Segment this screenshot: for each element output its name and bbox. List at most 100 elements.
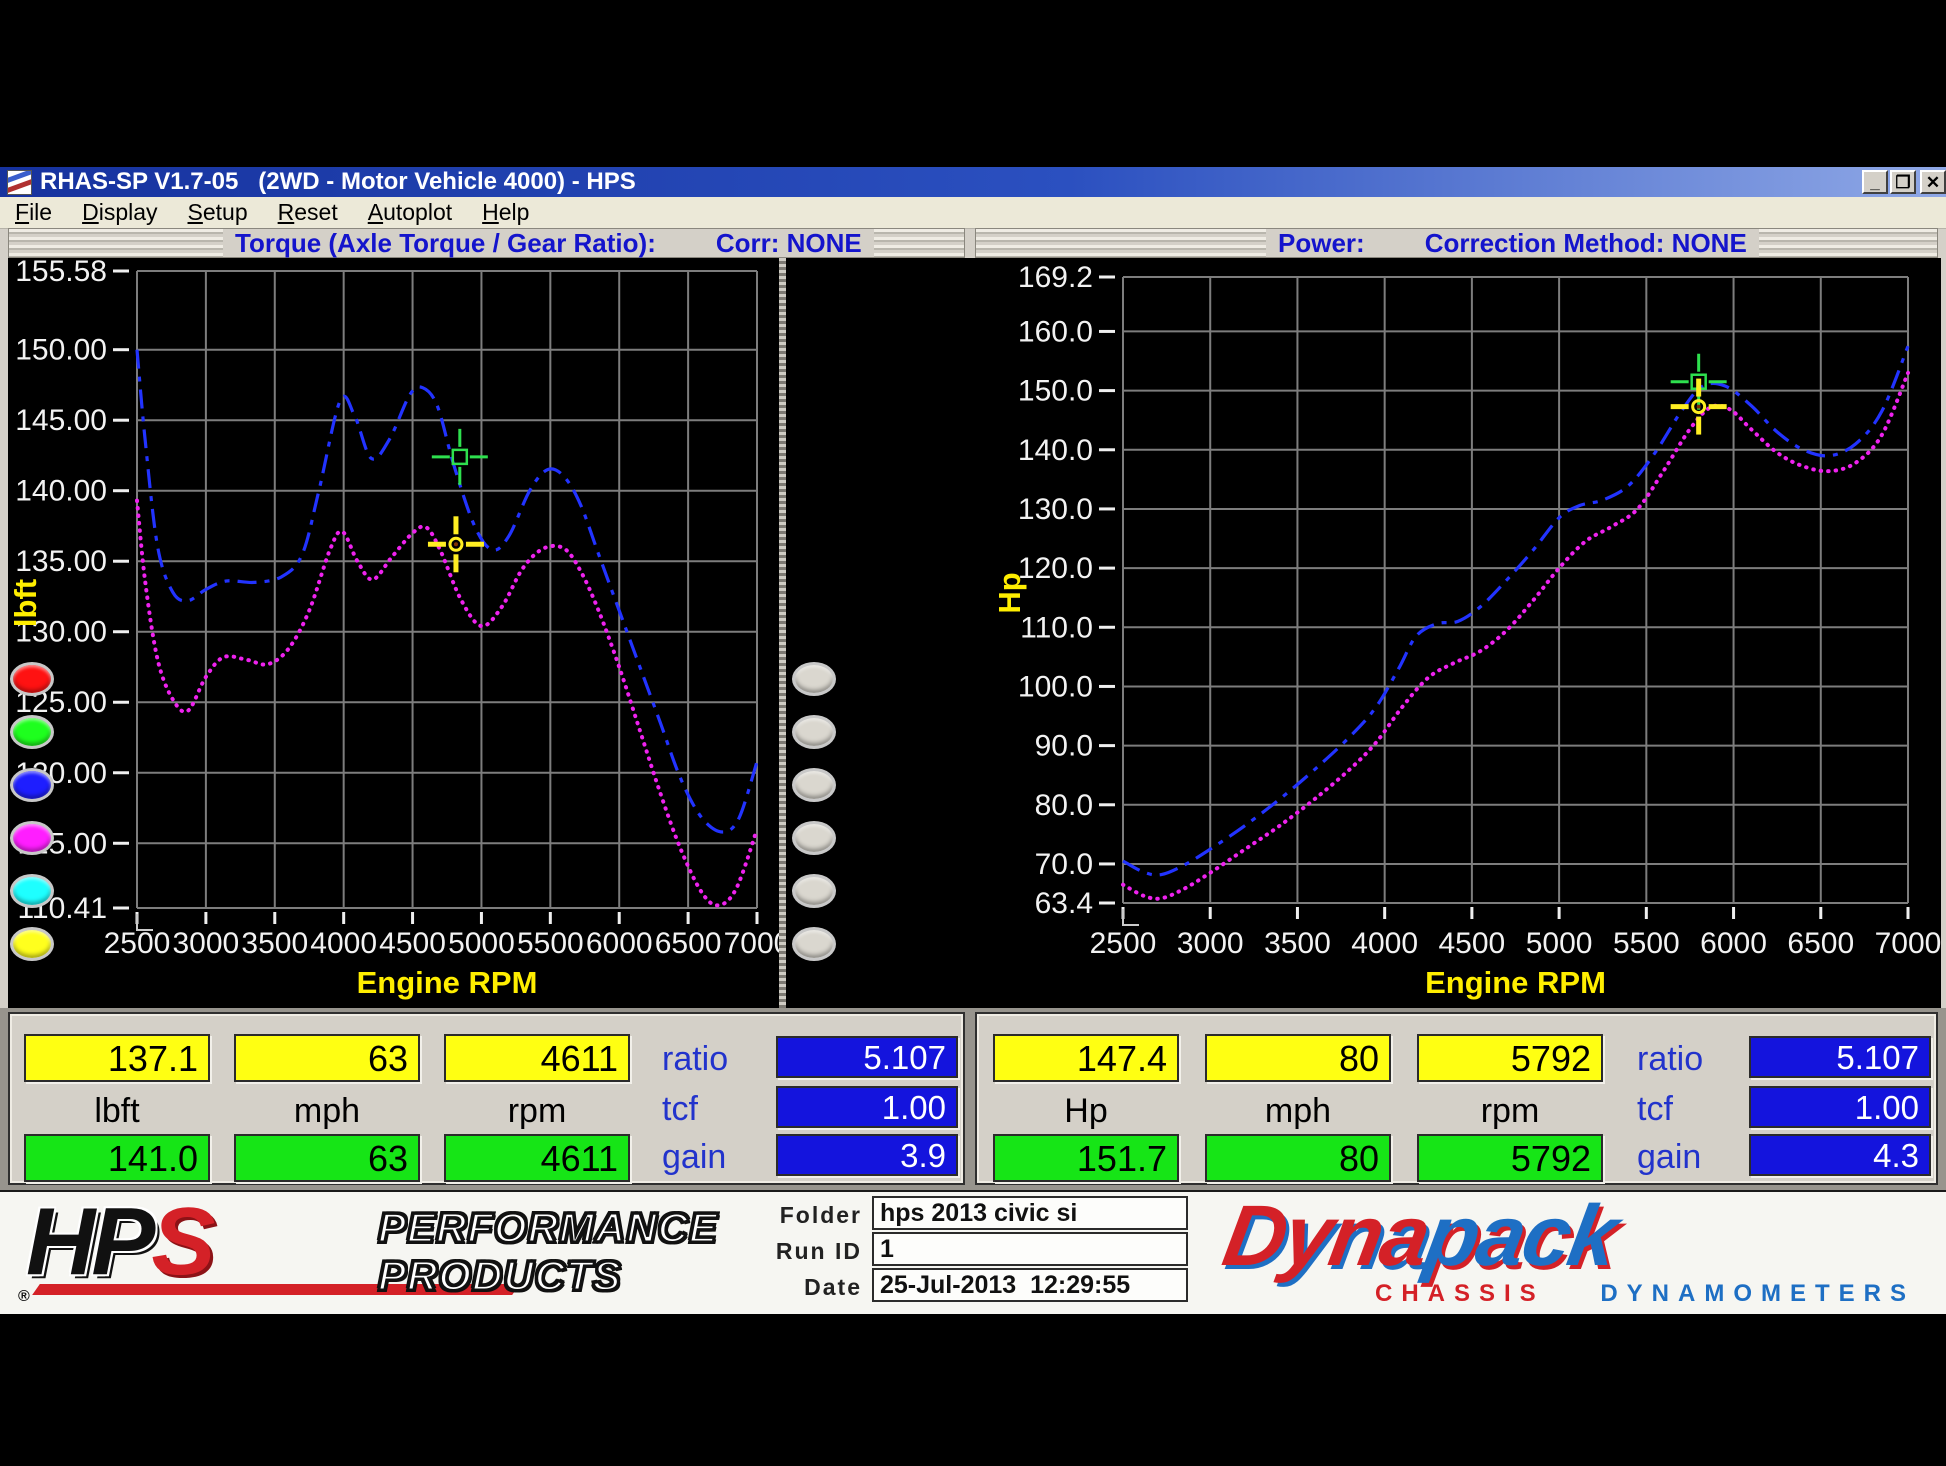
run-id-input[interactable] bbox=[872, 1232, 1188, 1266]
power-current-rpm: 5792 bbox=[1417, 1134, 1603, 1182]
dynapack-pack: pack bbox=[1419, 1188, 1624, 1284]
minimize-button[interactable]: _ bbox=[1862, 170, 1888, 194]
torque-current-value: 141.0 bbox=[24, 1134, 210, 1182]
app-icon bbox=[7, 170, 32, 195]
readout-row: 137.1 63 4611 lbft mph rpm 141.0 63 4611… bbox=[0, 1008, 1946, 1190]
folder-input[interactable] bbox=[872, 1196, 1188, 1230]
torque-unit-label: lbft bbox=[24, 1092, 210, 1131]
torque-swatch-button-4[interactable] bbox=[10, 821, 54, 855]
date-input[interactable] bbox=[872, 1268, 1188, 1302]
svg-text:Engine RPM: Engine RPM bbox=[1425, 965, 1606, 1000]
power-header-title: Power: bbox=[1278, 228, 1365, 258]
rpm-unit-label: rpm bbox=[444, 1092, 630, 1131]
svg-text:4000: 4000 bbox=[310, 927, 377, 960]
tcf-label: tcf bbox=[662, 1090, 772, 1129]
torque-gain-value: 3.9 bbox=[776, 1134, 958, 1176]
torque-header-label: Torque (Axle Torque / Gear Ratio):Corr: … bbox=[223, 229, 874, 257]
power-swatch-button-6[interactable] bbox=[792, 927, 836, 961]
menu-reset[interactable]: Reset bbox=[263, 199, 353, 226]
power-swatch-button-1[interactable] bbox=[792, 662, 836, 696]
svg-text:lbft: lbft bbox=[8, 579, 43, 627]
power-swatch-button-3[interactable] bbox=[792, 768, 836, 802]
svg-text:6500: 6500 bbox=[655, 927, 722, 960]
svg-text:7000: 7000 bbox=[724, 927, 779, 960]
power-header-label: Power: Correction Method: NONE bbox=[1266, 229, 1759, 257]
svg-text:63.4: 63.4 bbox=[1035, 887, 1093, 920]
power-swatch-button-2[interactable] bbox=[792, 715, 836, 749]
dynapack-dyna: Dyna bbox=[1217, 1188, 1436, 1284]
torque-header-title: Torque (Axle Torque / Gear Ratio): bbox=[235, 228, 656, 258]
svg-text:150.00: 150.00 bbox=[15, 334, 107, 367]
svg-text:4000: 4000 bbox=[1351, 927, 1418, 960]
svg-text:80.0: 80.0 bbox=[1035, 789, 1093, 822]
svg-text:5500: 5500 bbox=[1613, 927, 1680, 960]
power-ratio-value: 5.107 bbox=[1749, 1036, 1931, 1078]
torque-trace-color-buttons bbox=[10, 662, 54, 980]
date-label: Date bbox=[692, 1274, 862, 1301]
torque-chart[interactable]: 155.58150.00145.00140.00135.00130.00125.… bbox=[8, 258, 779, 1008]
svg-text:145.00: 145.00 bbox=[15, 404, 107, 437]
gain-label: gain bbox=[662, 1138, 772, 1177]
hps-logo-s: S bbox=[151, 1188, 215, 1295]
hps-logo-products: PRODUCTS bbox=[378, 1252, 622, 1300]
torque-swatch-button-3[interactable] bbox=[10, 768, 54, 802]
menu-help[interactable]: Help bbox=[467, 199, 544, 226]
mph-unit-label: mph bbox=[1205, 1092, 1391, 1131]
svg-text:Hp: Hp bbox=[992, 572, 1027, 613]
power-readout-panel: 147.4 80 5792 Hp mph rpm 151.7 80 5792 r… bbox=[975, 1012, 1938, 1185]
run-id-label: Run ID bbox=[692, 1238, 862, 1265]
footer-bar: HPS ® PERFORMANCE PRODUCTS Folder Run ID… bbox=[0, 1190, 1946, 1314]
menu-file[interactable]: File bbox=[0, 199, 67, 226]
rpm-unit-label: rpm bbox=[1417, 1092, 1603, 1131]
svg-text:3500: 3500 bbox=[1264, 927, 1331, 960]
power-swatch-button-5[interactable] bbox=[792, 874, 836, 908]
torque-baseline-rpm: 4611 bbox=[444, 1034, 630, 1082]
dynapack-subtitle: CHASSIS DYNAMOMETERS bbox=[1375, 1280, 1915, 1308]
power-trace-color-buttons bbox=[792, 662, 836, 980]
svg-text:110.0: 110.0 bbox=[1020, 611, 1093, 644]
svg-text:169.2: 169.2 bbox=[1018, 261, 1093, 294]
torque-readout-panel: 137.1 63 4611 lbft mph rpm 141.0 63 4611… bbox=[8, 1012, 965, 1185]
menu-autoplot[interactable]: Autoplot bbox=[353, 199, 467, 226]
svg-text:5000: 5000 bbox=[1526, 927, 1593, 960]
torque-swatch-button-6[interactable] bbox=[10, 927, 54, 961]
svg-text:2500: 2500 bbox=[1090, 927, 1157, 960]
menu-display[interactable]: Display bbox=[67, 199, 172, 226]
svg-text:3500: 3500 bbox=[241, 927, 308, 960]
torque-tcf-value: 1.00 bbox=[776, 1086, 958, 1128]
svg-text:70.0: 70.0 bbox=[1035, 848, 1093, 881]
window-title: RHAS-SP V1.7-05 (2WD - Motor Vehicle 400… bbox=[40, 168, 636, 196]
restore-button[interactable]: ❐ bbox=[1890, 170, 1916, 194]
dynapack-logo: Dynapack CHASSIS DYNAMOMETERS bbox=[1225, 1194, 1915, 1278]
svg-text:7000: 7000 bbox=[1875, 927, 1941, 960]
svg-text:140.0: 140.0 bbox=[1018, 434, 1093, 467]
power-swatch-button-4[interactable] bbox=[792, 821, 836, 855]
torque-ratio-value: 5.107 bbox=[776, 1036, 958, 1078]
power-chart[interactable]: 169.2160.0150.0140.0130.0120.0110.0100.0… bbox=[786, 258, 1941, 1008]
torque-baseline-mph: 63 bbox=[234, 1034, 420, 1082]
menu-setup[interactable]: Setup bbox=[173, 199, 263, 226]
power-baseline-mph: 80 bbox=[1205, 1034, 1391, 1082]
svg-text:Engine RPM: Engine RPM bbox=[357, 965, 538, 1000]
svg-text:3000: 3000 bbox=[1177, 927, 1244, 960]
close-button[interactable]: ✕ bbox=[1920, 170, 1946, 194]
ratio-label: ratio bbox=[662, 1040, 772, 1079]
svg-text:130.0: 130.0 bbox=[1018, 493, 1093, 526]
torque-swatch-button-2[interactable] bbox=[10, 715, 54, 749]
panel-splitter[interactable] bbox=[779, 258, 786, 1008]
svg-text:150.0: 150.0 bbox=[1018, 375, 1093, 408]
svg-text:2500: 2500 bbox=[104, 927, 171, 960]
torque-header-strip: Torque (Axle Torque / Gear Ratio):Corr: … bbox=[8, 228, 965, 258]
power-corr-label: Correction Method: NONE bbox=[1425, 228, 1747, 258]
svg-text:4500: 4500 bbox=[1439, 927, 1506, 960]
power-current-mph: 80 bbox=[1205, 1134, 1391, 1182]
svg-text:135.00: 135.00 bbox=[15, 545, 107, 578]
dynapack-chassis: CHASSIS bbox=[1375, 1280, 1545, 1308]
power-unit-label: Hp bbox=[993, 1092, 1179, 1131]
menu-bar: FileDisplaySetupResetAutoplotHelp bbox=[0, 197, 1946, 229]
torque-swatch-button-1[interactable] bbox=[10, 662, 54, 696]
registered-mark: ® bbox=[18, 1288, 30, 1306]
power-current-value: 151.7 bbox=[993, 1134, 1179, 1182]
torque-swatch-button-5[interactable] bbox=[10, 874, 54, 908]
torque-baseline-value: 137.1 bbox=[24, 1034, 210, 1082]
